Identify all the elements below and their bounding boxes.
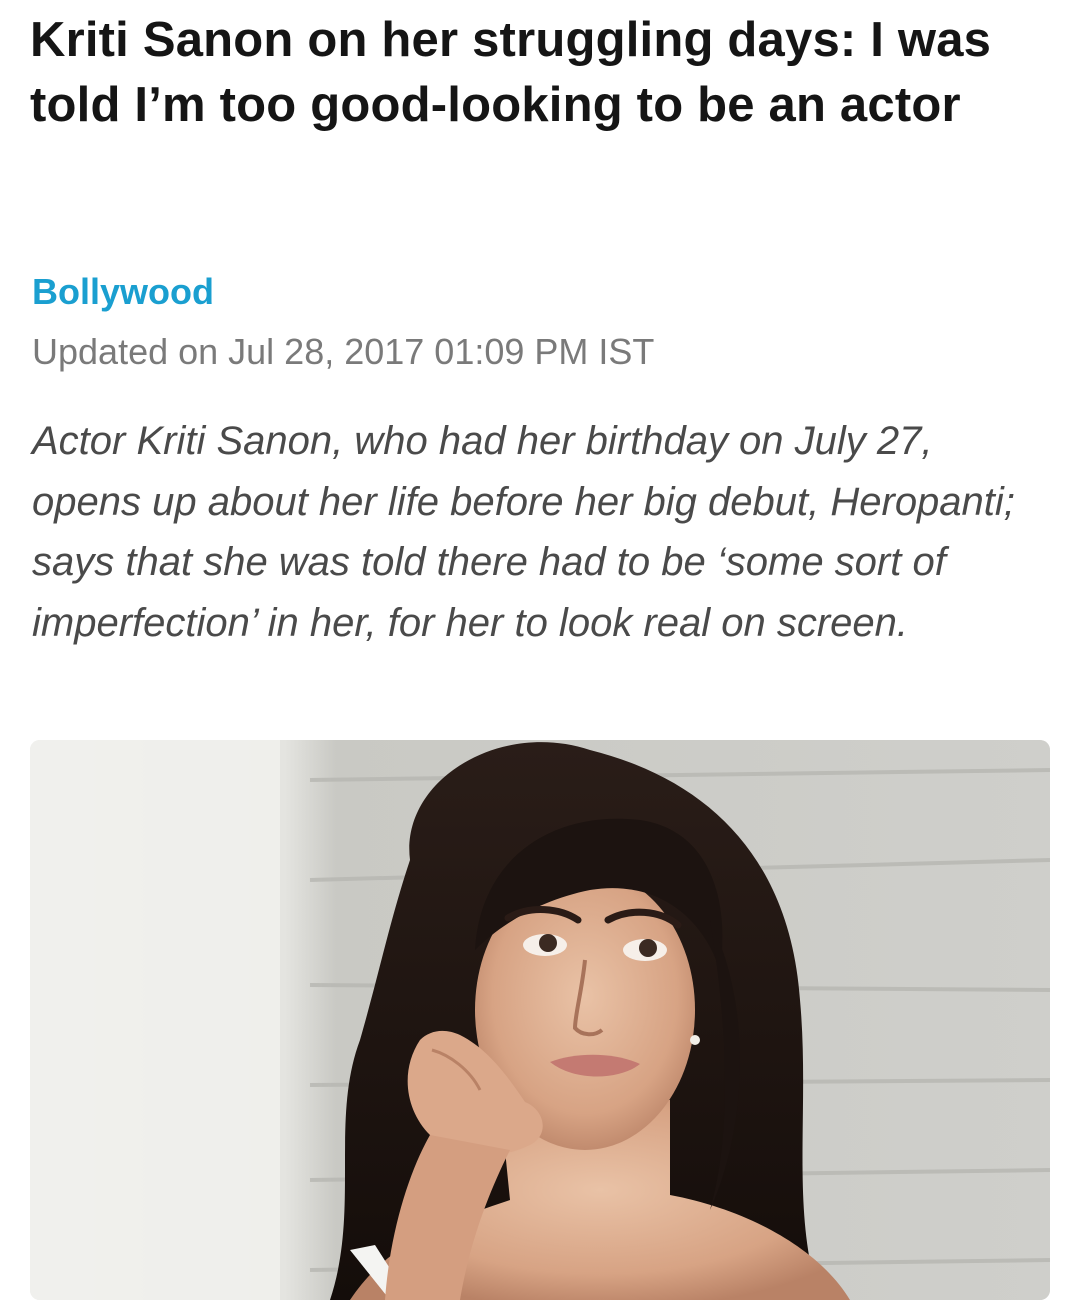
article-summary: Actor Kriti Sanon, who had her birthday … — [32, 419, 1015, 645]
category-link[interactable]: Bollywood — [32, 270, 214, 314]
article: Kriti Sanon on her struggling days: I wa… — [0, 0, 1080, 1300]
headline: Kriti Sanon on her struggling days: I wa… — [30, 13, 992, 132]
updated-timestamp: Updated on Jul 28, 2017 01:09 PM IST — [32, 331, 655, 372]
article-photo[interactable] — [30, 740, 1050, 1300]
portrait-photo-illustration — [30, 740, 1050, 1300]
